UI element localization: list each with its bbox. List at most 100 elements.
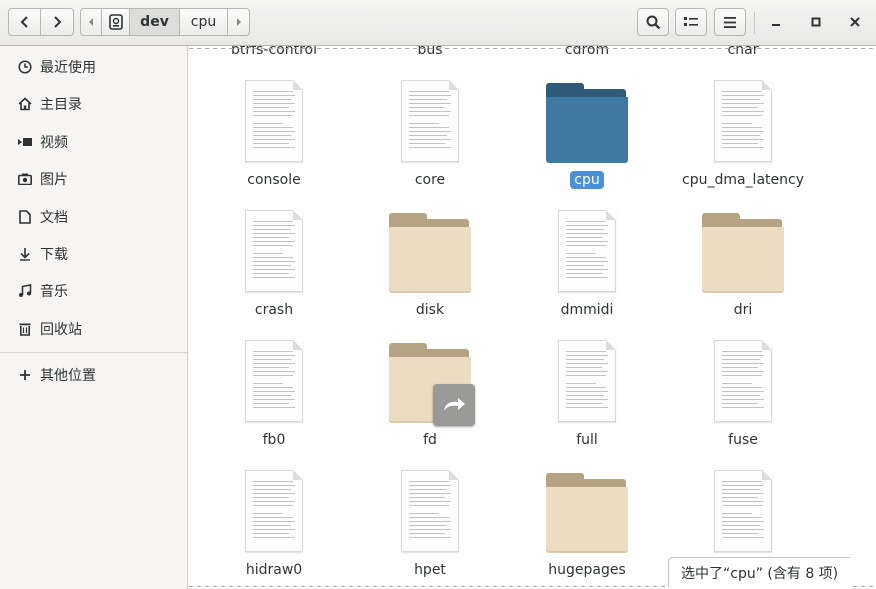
text-line xyxy=(253,103,295,104)
text-line xyxy=(722,103,764,104)
text-line xyxy=(722,91,762,92)
sidebar-item-label: 图片 xyxy=(40,172,68,188)
chevron-right-icon xyxy=(54,16,62,28)
text-line xyxy=(722,371,764,372)
text-line xyxy=(566,383,596,384)
text-line xyxy=(253,237,289,238)
text-line xyxy=(722,387,762,388)
text-file-icon xyxy=(714,470,772,552)
file-name: cpu xyxy=(512,171,662,189)
path-scroll-left-button[interactable] xyxy=(80,8,102,36)
text-line xyxy=(722,505,762,506)
sidebar-item-pictures[interactable]: 图片 xyxy=(0,164,187,194)
sidebar-item-label: 最近使用 xyxy=(40,60,96,76)
maximize-icon xyxy=(811,17,821,27)
sidebar-item-other-locations[interactable]: 其他位置 xyxy=(0,360,187,390)
history-nav xyxy=(8,8,74,36)
text-line xyxy=(409,537,451,538)
path-bar: dev cpu xyxy=(80,8,250,36)
text-line xyxy=(253,351,293,352)
close-icon xyxy=(850,17,860,27)
file-name: dri xyxy=(733,302,753,318)
sidebar: 最近使用 主目录 视频 图片 文档 下载 音乐 回收站 其他位置 xyxy=(0,46,188,589)
search-icon xyxy=(646,15,660,29)
triangle-left-icon xyxy=(89,18,93,26)
text-line xyxy=(253,225,295,226)
text-line xyxy=(253,399,295,400)
text-line xyxy=(409,115,449,116)
sidebar-item-documents[interactable]: 文档 xyxy=(0,202,187,232)
text-line xyxy=(409,143,445,144)
text-line xyxy=(253,481,293,482)
text-line xyxy=(722,525,760,526)
clock-icon xyxy=(17,59,33,75)
text-line xyxy=(253,241,295,242)
text-line xyxy=(253,493,295,494)
list-view-icon xyxy=(684,17,698,26)
header-separator xyxy=(754,12,755,34)
file-name: fd xyxy=(423,432,437,448)
text-line xyxy=(566,359,604,360)
text-line xyxy=(409,529,451,530)
maximize-button[interactable] xyxy=(801,8,831,36)
video-icon xyxy=(17,134,33,150)
text-line xyxy=(253,91,293,92)
text-line xyxy=(409,505,449,506)
text-file-icon xyxy=(714,80,772,162)
folder-icon xyxy=(546,473,628,553)
text-line xyxy=(722,521,764,522)
text-file-icon xyxy=(401,470,459,552)
text-file-icon xyxy=(245,80,303,162)
text-line xyxy=(722,367,758,368)
text-line xyxy=(722,493,764,494)
text-line xyxy=(253,131,295,132)
text-line xyxy=(566,403,602,404)
close-button[interactable] xyxy=(840,8,870,36)
text-line xyxy=(722,131,764,132)
text-line xyxy=(253,147,295,148)
text-line xyxy=(253,99,291,100)
text-line xyxy=(253,485,295,486)
rubberband-top-border xyxy=(189,48,876,49)
text-line xyxy=(722,99,760,100)
text-line xyxy=(409,489,447,490)
text-file-icon xyxy=(245,340,303,422)
text-line xyxy=(566,363,608,364)
home-icon xyxy=(17,96,33,112)
text-line xyxy=(722,139,764,140)
sidebar-item-downloads[interactable]: 下载 xyxy=(0,239,187,269)
view-toggle-button[interactable] xyxy=(675,8,707,36)
back-button[interactable] xyxy=(8,8,41,36)
text-line xyxy=(566,229,604,230)
text-line xyxy=(722,147,764,148)
text-line xyxy=(722,143,758,144)
text-file-icon xyxy=(558,210,616,292)
forward-button[interactable] xyxy=(41,8,74,36)
path-segment-dev[interactable]: dev xyxy=(130,8,180,36)
path-scroll-right-button[interactable] xyxy=(228,8,250,36)
text-line xyxy=(566,407,608,408)
sidebar-item-videos[interactable]: 视频 xyxy=(0,127,187,157)
text-line xyxy=(566,245,606,246)
search-button[interactable] xyxy=(637,8,669,36)
text-line xyxy=(722,403,758,404)
text-line xyxy=(253,355,295,356)
text-line xyxy=(253,395,291,396)
path-root-device[interactable] xyxy=(102,8,130,36)
sidebar-item-music[interactable]: 音乐 xyxy=(0,276,187,306)
text-line xyxy=(253,387,293,388)
text-line xyxy=(722,351,762,352)
sidebar-item-label: 文档 xyxy=(40,210,68,226)
sidebar-divider xyxy=(0,352,187,353)
menu-button[interactable] xyxy=(714,8,746,36)
sidebar-item-recent[interactable]: 最近使用 xyxy=(0,52,187,82)
minimize-button[interactable] xyxy=(761,8,791,36)
triangle-right-icon xyxy=(236,18,241,26)
text-line xyxy=(409,485,451,486)
text-line xyxy=(253,143,289,144)
text-line xyxy=(409,521,451,522)
path-segment-cpu[interactable]: cpu xyxy=(180,8,228,36)
sidebar-item-home[interactable]: 主目录 xyxy=(0,89,187,119)
sidebar-item-trash[interactable]: 回收站 xyxy=(0,314,187,344)
text-line xyxy=(253,139,295,140)
